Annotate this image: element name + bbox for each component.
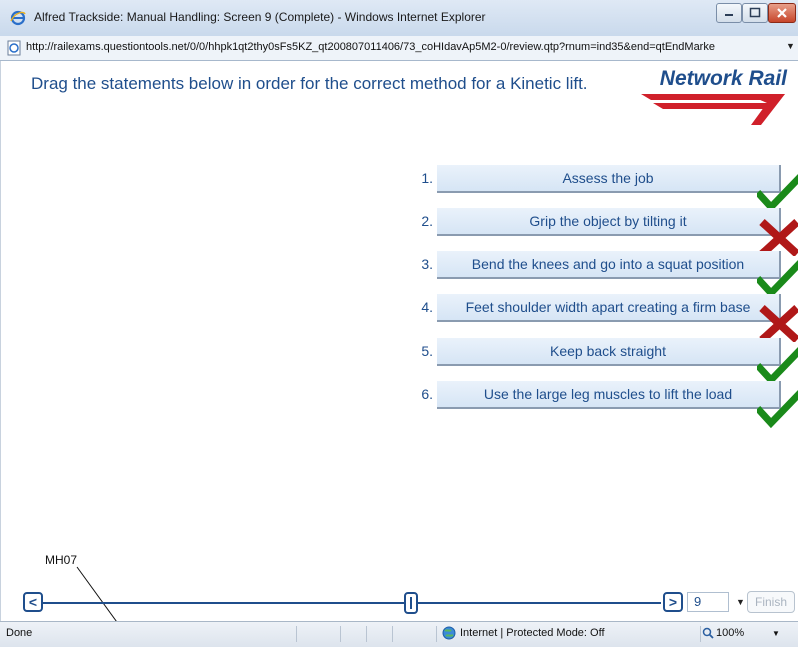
finish-button[interactable]: Finish [747,591,795,613]
list-item: 3. Bend the knees and go into a squat po… [411,251,798,299]
statement-draggable[interactable]: Grip the object by tilting it [437,208,781,236]
logo-arrow-icon [641,94,785,125]
statement-draggable[interactable]: Keep back straight [437,338,781,366]
item-number: 2. [421,213,433,229]
network-rail-logo: Network Rail [633,67,793,125]
logo-text: Network Rail [659,67,787,90]
cross-icon [759,305,798,342]
page-icon [7,40,21,56]
close-button[interactable] [768,3,796,23]
check-icon [757,174,798,213]
security-zone-text: Internet | Protected Mode: Off [460,627,605,639]
check-icon [757,260,798,299]
zoom-dropdown-icon[interactable]: ▼ [772,629,780,638]
zoom-level[interactable]: 100% [716,627,744,639]
globe-icon [442,626,456,640]
internet-explorer-icon [10,10,26,26]
list-item: 2. Grip the object by tilting it [411,208,798,256]
list-item: 5. Keep back straight [411,338,798,386]
minimize-icon [725,14,733,16]
next-button[interactable]: > [663,592,683,612]
page-content: Drag the statements below in order for t… [0,61,798,621]
item-number: 4. [421,299,433,315]
maximize-button[interactable] [742,3,768,23]
check-icon [757,347,798,386]
window-title: Alfred Trackside: Manual Handling: Scree… [34,10,486,24]
item-number: 3. [421,256,433,272]
close-icon [777,8,787,18]
check-icon [757,390,798,429]
slider-thumb[interactable] [404,592,418,614]
page-select[interactable]: 9 [687,592,729,612]
item-number: 5. [421,343,433,359]
address-dropdown-icon[interactable]: ▼ [786,41,795,51]
address-bar[interactable]: http://railexams.questiontools.net/0/0/h… [0,36,798,61]
list-item: 1. Assess the job [411,165,798,213]
statement-draggable[interactable]: Use the large leg muscles to lift the lo… [437,381,781,409]
item-number: 6. [421,386,433,402]
maximize-icon [749,7,761,18]
question-text: Drag the statements below in order for t… [31,74,588,93]
item-number: 1. [421,170,433,186]
list-item: 4. Feet shoulder width apart creating a … [411,294,798,342]
minimize-button[interactable] [716,3,742,23]
chevron-down-icon[interactable]: ▼ [736,597,745,607]
statement-draggable[interactable]: Bend the knees and go into a squat posit… [437,251,781,279]
window-titlebar: Alfred Trackside: Manual Handling: Scree… [0,0,798,37]
list-item: 6. Use the large leg muscles to lift the… [411,381,798,429]
cross-icon [759,219,798,256]
status-bar: Done Internet | Protected Mode: Off 100%… [0,621,798,647]
statement-draggable[interactable]: Feet shoulder width apart creating a fir… [437,294,781,322]
address-url[interactable]: http://railexams.questiontools.net/0/0/h… [26,41,781,53]
status-text: Done [6,627,33,639]
previous-button[interactable]: < [23,592,43,612]
slider-track[interactable] [43,602,661,604]
zoom-icon[interactable] [702,627,714,639]
statement-draggable[interactable]: Assess the job [437,165,781,193]
annotation-label: MH07 [45,553,78,567]
